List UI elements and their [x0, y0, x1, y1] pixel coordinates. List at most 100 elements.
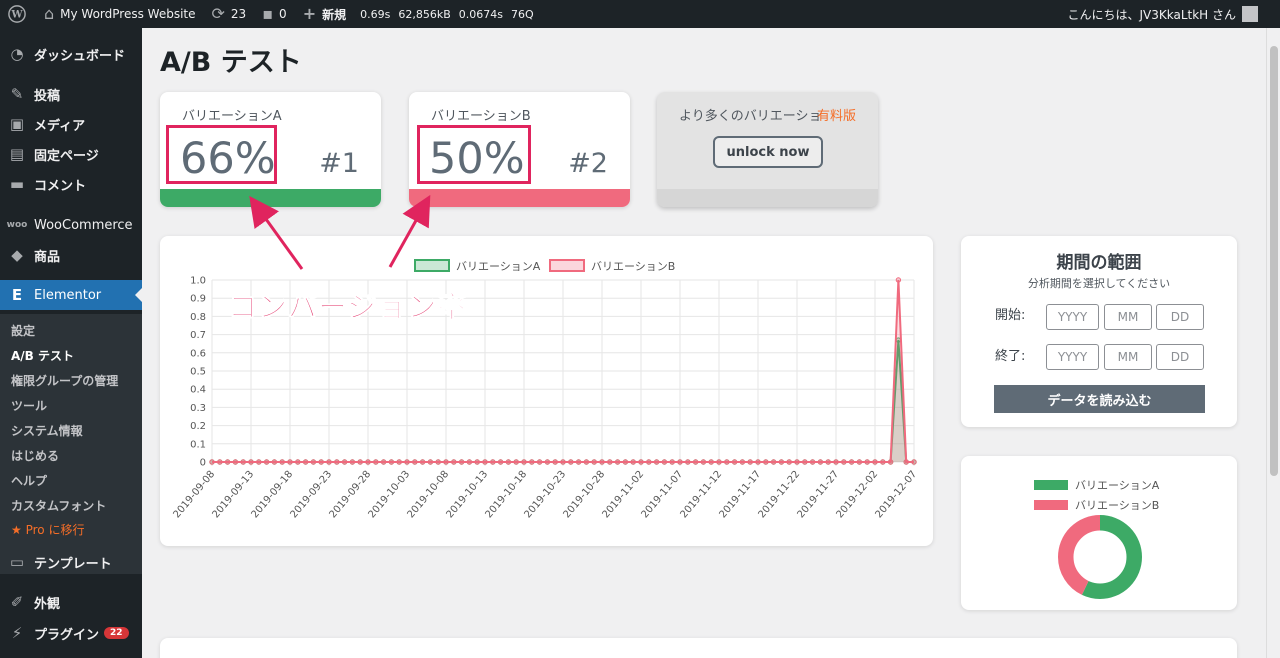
- pie-legend-label-1: バリエーションB: [1075, 499, 1159, 512]
- avatar: [1242, 6, 1258, 22]
- admin-sidebar: ◔ ダッシュボード ✎ 投稿 ▣ メディア ▤ 固定ページ ▬ コメント woo WooCo…: [0, 28, 142, 658]
- menu-plugins[interactable]: ⚡ プラグイン 22: [0, 618, 142, 648]
- new-content-link[interactable]: + 新規: [293, 0, 352, 28]
- updates-icon: ⟳: [211, 4, 225, 23]
- stat-memory: 62,856kB: [398, 7, 451, 21]
- page-scrollbar[interactable]: [1266, 28, 1280, 658]
- y-tick-label: 1.0: [190, 276, 206, 287]
- highlight-box-b: [417, 125, 531, 184]
- data-point: [903, 459, 909, 465]
- data-point: [388, 459, 395, 465]
- my-account[interactable]: こんにちは、JV3KkaLtkH さん: [1067, 0, 1280, 28]
- end-day-input[interactable]: DD: [1156, 344, 1204, 370]
- data-point: [833, 459, 839, 465]
- submenu-settings[interactable]: 設定: [11, 322, 35, 339]
- line-chart-panel: 0 0.1 0.2 0.3 0.4 0.5 0.6 0.7 0.8 0.9 1.0 2019-09-0…: [160, 236, 933, 546]
- submenu-tools[interactable]: ツール: [11, 397, 47, 414]
- data-point: [716, 459, 722, 465]
- data-point: [848, 459, 855, 465]
- query-monitor-stats[interactable]: 0.69s 62,856kB 0.0674s 76Q: [352, 0, 540, 28]
- box-icon: ◆: [11, 246, 23, 264]
- data-point: [357, 459, 363, 465]
- start-day-input[interactable]: DD: [1156, 304, 1204, 330]
- comments-link[interactable]: ▪ 0: [252, 0, 292, 28]
- data-point: [435, 459, 441, 465]
- data-point: [677, 459, 683, 465]
- data-point: [396, 459, 402, 465]
- data-point: [287, 459, 293, 465]
- data-point: [318, 459, 324, 465]
- doughnut-chart: バリエーションA バリエーションB: [1034, 479, 1160, 599]
- y-tick-label: 0.6: [190, 348, 206, 359]
- data-point: [763, 459, 769, 465]
- start-month-input[interactable]: MM: [1104, 304, 1152, 330]
- y-tick-label: 0.4: [190, 385, 206, 396]
- data-point: [490, 459, 496, 465]
- start-label: 開始:: [995, 308, 1026, 323]
- pie-chart-panel: バリエーションA バリエーションB: [961, 456, 1237, 610]
- highlight-box-a: [166, 125, 277, 184]
- menu-pages[interactable]: ▤ 固定ページ: [0, 139, 142, 169]
- variation-b-rank: #2: [568, 148, 608, 179]
- menu-media[interactable]: ▣ メディア: [0, 109, 142, 139]
- wordpress-logo-icon[interactable]: W: [0, 0, 32, 28]
- pie-legend-label-0: バリエーションA: [1075, 479, 1160, 492]
- data-point: [263, 459, 270, 465]
- data-point: [552, 459, 558, 465]
- data-point: [809, 459, 816, 465]
- stat-db-time: 0.0674s: [458, 7, 503, 21]
- more-variations-text: より多くのバリエーショ: [679, 109, 822, 124]
- menu-woocommerce[interactable]: woo WooCommerce: [0, 210, 142, 240]
- data-point: [419, 459, 426, 465]
- data-point: [583, 459, 590, 465]
- site-name-link[interactable]: ⌂ My WordPress Website: [32, 0, 202, 28]
- data-point: [911, 459, 917, 465]
- data-point: [669, 459, 675, 465]
- legend-label-0: バリエーションA: [456, 260, 541, 273]
- end-month-input[interactable]: MM: [1104, 344, 1152, 370]
- x-tick-label: 2019-12-07: [874, 469, 920, 521]
- data-point: [630, 459, 636, 465]
- home-icon: ⌂: [44, 4, 55, 23]
- submenu-ab-test[interactable]: A/B テスト: [11, 347, 74, 364]
- data-point: [497, 459, 504, 465]
- legend-label-1: バリエーションB: [591, 260, 675, 273]
- y-tick-label: 0.3: [190, 403, 206, 414]
- brush-icon: ✐: [10, 593, 24, 611]
- media-icon: ▣: [9, 115, 25, 133]
- scrollbar-thumb[interactable]: [1270, 46, 1278, 476]
- y-tick-label: 0.2: [190, 421, 206, 432]
- menu-dashboard[interactable]: ◔ ダッシュボード: [0, 39, 142, 69]
- menu-appearance[interactable]: ✐ 外観: [0, 587, 142, 617]
- data-point: [217, 459, 223, 465]
- menu-products[interactable]: ◆ 商品: [0, 240, 142, 270]
- data-point: [607, 459, 613, 465]
- menu-elementor[interactable]: Ε Elementor: [0, 280, 142, 310]
- menu-comments[interactable]: ▬ コメント: [0, 169, 142, 199]
- submenu-getting-started[interactable]: はじめる: [11, 447, 59, 464]
- submenu-help[interactable]: ヘルプ: [11, 472, 47, 489]
- menu-posts[interactable]: ✎ 投稿: [0, 79, 142, 109]
- load-data-button[interactable]: データを読み込む: [994, 385, 1205, 413]
- end-year-input[interactable]: YYYY: [1046, 344, 1099, 370]
- data-point: [872, 459, 878, 465]
- y-tick-label: 0.1: [190, 439, 206, 450]
- submenu-system-info[interactable]: システム情報: [11, 422, 83, 439]
- submenu-go-pro[interactable]: ★ Pro に移行: [11, 521, 84, 538]
- start-year-input[interactable]: YYYY: [1046, 304, 1099, 330]
- site-name: My WordPress Website: [60, 7, 196, 21]
- data-point: [802, 459, 808, 465]
- updates-link[interactable]: ⟳ 23: [202, 0, 253, 28]
- stat-time: 0.69s: [360, 7, 391, 21]
- data-point: [310, 459, 317, 465]
- unlock-now-button[interactable]: unlock now: [713, 136, 823, 168]
- elementor-submenu: 設定 A/B テスト 権限グループの管理 ツール システム情報 はじめる ヘルプ…: [0, 314, 142, 574]
- woo-icon: woo: [6, 220, 28, 230]
- data-point: [451, 459, 457, 465]
- submenu-custom-fonts[interactable]: カスタムフォント: [11, 497, 106, 514]
- annotation-conversion-rate: コンバージョン率: [227, 290, 468, 325]
- star-icon: ★: [11, 523, 22, 537]
- menu-templates[interactable]: ▭ テンプレート: [0, 547, 142, 577]
- submenu-role-manager[interactable]: 権限グループの管理: [11, 372, 118, 389]
- data-point: [458, 459, 465, 465]
